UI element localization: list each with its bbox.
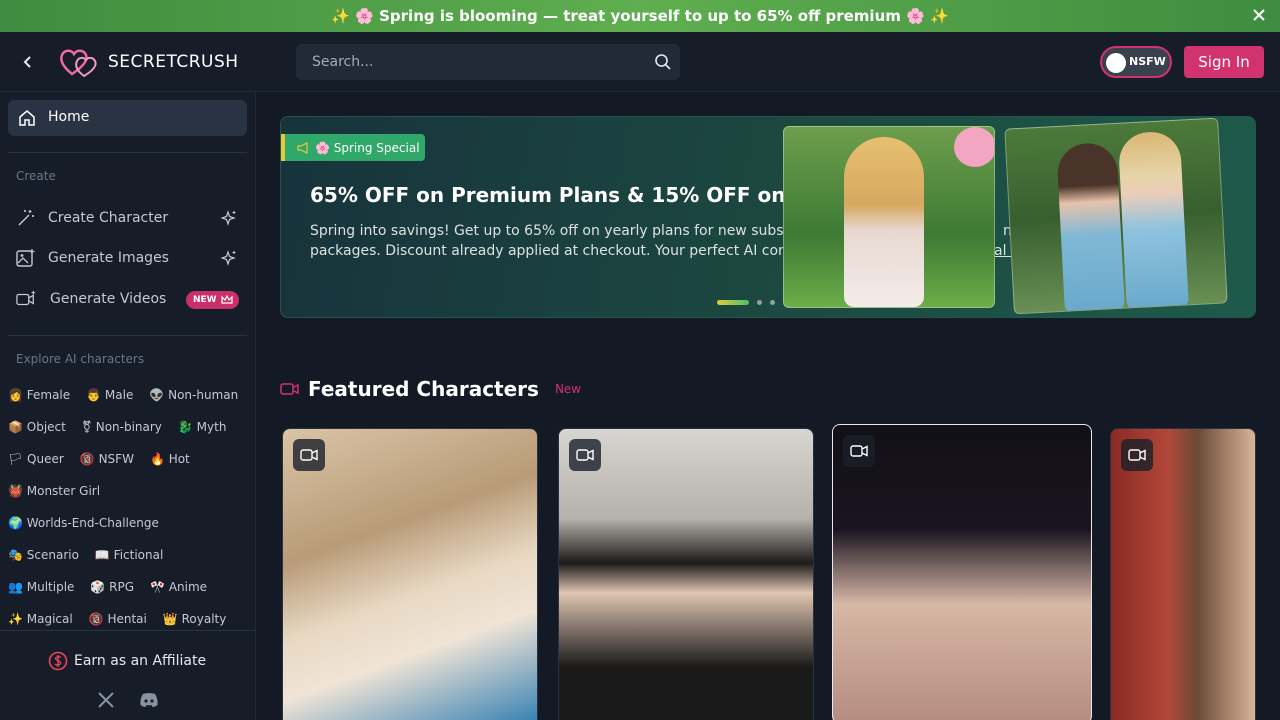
sidebar-item-create-character[interactable]: Create Character: [8, 200, 247, 236]
video-badge: [569, 439, 601, 471]
featured-title: Featured Characters: [308, 377, 539, 401]
video-badge: [843, 435, 875, 467]
sidebar-item-home[interactable]: Home: [8, 100, 247, 136]
sign-in-button[interactable]: Sign In: [1184, 46, 1264, 78]
divider: [8, 335, 247, 336]
tag-multiple[interactable]: 👥 Multiple: [8, 580, 74, 594]
tag-row: 👩 Female 👨 Male 👽 Non-human: [8, 388, 238, 402]
character-card[interactable]: [282, 428, 538, 720]
carousel-dot-active[interactable]: [717, 300, 749, 305]
carousel-dot[interactable]: [770, 300, 775, 305]
banner-photo-1: [783, 126, 995, 308]
sidebar-item-label: Home: [48, 109, 90, 125]
banner-photo-2: [1004, 117, 1228, 315]
tag-scenario[interactable]: 🎭 Scenario: [8, 548, 79, 562]
video-icon: [576, 449, 594, 461]
tag-male[interactable]: 👨 Male: [86, 388, 133, 402]
heart-logo-icon: [60, 49, 97, 78]
video-icon: [1128, 449, 1146, 461]
tag-row: 🎭 Scenario 📖 Fictional: [8, 548, 163, 562]
search-input[interactable]: [296, 44, 636, 80]
tag-row: 👹 Monster Girl: [8, 484, 100, 498]
tag-rpg[interactable]: 🎲 RPG: [90, 580, 134, 594]
tag-female[interactable]: 👩 Female: [8, 388, 70, 402]
logo[interactable]: SECRETCRUSH: [58, 44, 239, 80]
nsfw-toggle[interactable]: NSFW: [1100, 46, 1172, 78]
chevron-left-icon[interactable]: [20, 54, 36, 70]
video-plus-icon: [16, 290, 36, 306]
featured-section-header: Featured Characters New: [280, 377, 581, 401]
affiliate-label: Earn as an Affiliate: [74, 653, 207, 669]
top-navbar: SECRETCRUSH NSFW Sign In: [0, 32, 1280, 92]
sidebar-item-generate-images[interactable]: Generate Images: [8, 240, 247, 276]
close-icon[interactable]: [1252, 8, 1266, 22]
search-icon[interactable]: [654, 53, 672, 71]
tag-monster-girl[interactable]: 👹 Monster Girl: [8, 484, 100, 498]
tag-row: 🏳 Queer 🔞 NSFW 🔥 Hot: [8, 452, 190, 466]
video-badge: [293, 439, 325, 471]
tag-row: ✨ Magical 🔞 Hentai 👑 Royalty: [8, 612, 226, 626]
character-card[interactable]: [832, 424, 1092, 720]
promo-text: ✨ 🌸 Spring is blooming — treat yourself …: [331, 7, 949, 25]
carousel-dots: [717, 300, 775, 305]
sidebar-item-label: Generate Images: [48, 250, 169, 266]
tag-nsfw[interactable]: 🔞 NSFW: [80, 452, 134, 466]
promo-carousel[interactable]: 🌸 Spring Special 65% OFF on Premium Plan…: [280, 116, 1256, 318]
tag-row: 👥 Multiple 🎲 RPG 🎌 Anime: [8, 580, 207, 594]
sparkle-icon: [221, 250, 236, 266]
sidebar-item-generate-videos[interactable]: Generate Videos NEW: [8, 281, 247, 317]
sidebar-footer: Earn as an Affiliate: [0, 630, 255, 720]
tag-myth[interactable]: 🐉 Myth: [178, 420, 227, 434]
x-twitter-icon[interactable]: [97, 691, 115, 709]
dollar-icon: [48, 651, 68, 671]
tag-worlds-end-challenge[interactable]: 🌍 Worlds-End-Challenge: [8, 516, 159, 530]
magic-wand-icon: [18, 210, 34, 226]
tag-royalty[interactable]: 👑 Royalty: [163, 612, 227, 626]
image-plus-icon: [16, 249, 35, 267]
character-card[interactable]: [1110, 428, 1256, 720]
tag-row: 📦 Object ⚧ Non-binary 🐉 Myth: [8, 420, 226, 434]
main-content: 🌸 Spring Special 65% OFF on Premium Plan…: [256, 92, 1280, 720]
discord-icon[interactable]: [139, 691, 159, 709]
tag-row: 🌍 Worlds-End-Challenge: [8, 516, 159, 530]
explore-section-label: Explore AI characters: [16, 352, 145, 366]
banner-title: 65% OFF on Premium Plans & 15% OFF on: [310, 183, 786, 207]
create-section-label: Create: [16, 169, 56, 183]
promo-banner: ✨ 🌸 Spring is blooming — treat yourself …: [0, 0, 1280, 32]
toggle-knob: [1106, 53, 1126, 73]
video-badge: [1121, 439, 1153, 471]
sidebar-item-label: Generate Videos: [50, 291, 167, 307]
sidebar-item-label: Create Character: [48, 210, 169, 226]
character-card[interactable]: [558, 428, 814, 720]
sidebar: Home Create Create Character Generate Im…: [0, 92, 256, 720]
tag-queer[interactable]: 🏳 Queer: [8, 452, 64, 466]
megaphone-icon: [297, 141, 308, 154]
tag-magical[interactable]: ✨ Magical: [8, 612, 73, 626]
new-badge: NEW: [186, 291, 239, 309]
spring-special-tag: 🌸 Spring Special: [281, 134, 425, 161]
sparkle-icon: [221, 210, 236, 226]
video-icon: [300, 449, 318, 461]
logo-text: SECRETCRUSH: [108, 52, 239, 72]
tag-fictional[interactable]: 📖 Fictional: [95, 548, 163, 562]
tag-non-human[interactable]: 👽 Non-human: [149, 388, 238, 402]
divider: [8, 152, 247, 153]
tag-anime[interactable]: 🎌 Anime: [150, 580, 207, 594]
nsfw-label: NSFW: [1129, 55, 1166, 68]
tag-non-binary[interactable]: ⚧ Non-binary: [82, 420, 162, 434]
tag-hentai[interactable]: 🔞 Hentai: [89, 612, 147, 626]
affiliate-link[interactable]: Earn as an Affiliate: [48, 651, 206, 671]
crown-icon: [221, 295, 233, 304]
video-icon: [280, 383, 299, 395]
new-label: New: [554, 382, 582, 396]
search-bar: [296, 44, 680, 80]
carousel-dot[interactable]: [757, 300, 762, 305]
video-icon: [850, 445, 868, 457]
home-icon: [19, 110, 35, 126]
tag-hot[interactable]: 🔥 Hot: [150, 452, 190, 466]
tag-object[interactable]: 📦 Object: [8, 420, 66, 434]
